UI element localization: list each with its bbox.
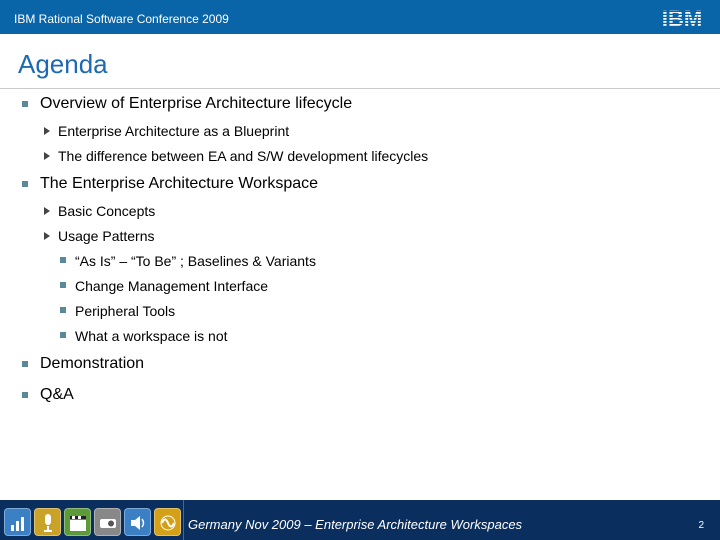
agenda-item-text: Peripheral Tools: [75, 303, 176, 319]
square-bullet-icon: [22, 101, 28, 107]
microphone-icon[interactable]: [34, 508, 61, 536]
triangle-bullet-icon: [44, 127, 50, 135]
footer-caption: Germany Nov 2009 – Enterprise Architectu…: [188, 517, 523, 532]
triangle-bullet-icon: [44, 207, 50, 215]
square-bullet-icon: [60, 307, 66, 313]
agenda-item-text: Change Management Interface: [75, 278, 269, 294]
footer-divider: [183, 500, 184, 540]
clapperboard-icon[interactable]: [64, 508, 91, 536]
agenda-item-text: The difference between EA and S/W develo…: [58, 148, 429, 164]
speaker-icon[interactable]: [124, 508, 151, 536]
agenda-item-text: Usage Patterns: [58, 228, 155, 244]
agenda-item-text: The Enterprise Architecture Workspace: [40, 175, 319, 192]
agenda-item-text: Overview of Enterprise Architecture life…: [40, 95, 353, 112]
square-bullet-icon: [60, 257, 66, 263]
agenda-item-text: What a workspace is not: [75, 328, 228, 344]
agenda-list: Overview of Enterprise Architecture life…: [0, 0, 720, 470]
square-bullet-icon: [60, 282, 66, 288]
footer-icon-strip: [4, 508, 181, 538]
chart-icon[interactable]: [4, 508, 31, 536]
agenda-item-text: “As Is” – “To Be” ; Baselines & Variants: [75, 253, 316, 269]
square-bullet-icon: [22, 361, 28, 367]
square-bullet-icon: [60, 332, 66, 338]
agenda-item-text: Basic Concepts: [58, 203, 156, 219]
square-bullet-icon: [22, 181, 28, 187]
triangle-bullet-icon: [44, 152, 50, 160]
triangle-bullet-icon: [44, 232, 50, 240]
projector-icon[interactable]: [94, 508, 121, 536]
square-bullet-icon: [22, 392, 28, 398]
agenda-item-text: Demonstration: [40, 355, 145, 372]
agenda-item-text: Enterprise Architecture as a Blueprint: [58, 123, 290, 139]
sound-wave-icon[interactable]: [154, 508, 181, 536]
agenda-item-text: Q&A: [40, 386, 74, 403]
footer-bar: Germany Nov 2009 – Enterprise Architectu…: [0, 500, 720, 540]
page-number: 2: [698, 520, 704, 531]
